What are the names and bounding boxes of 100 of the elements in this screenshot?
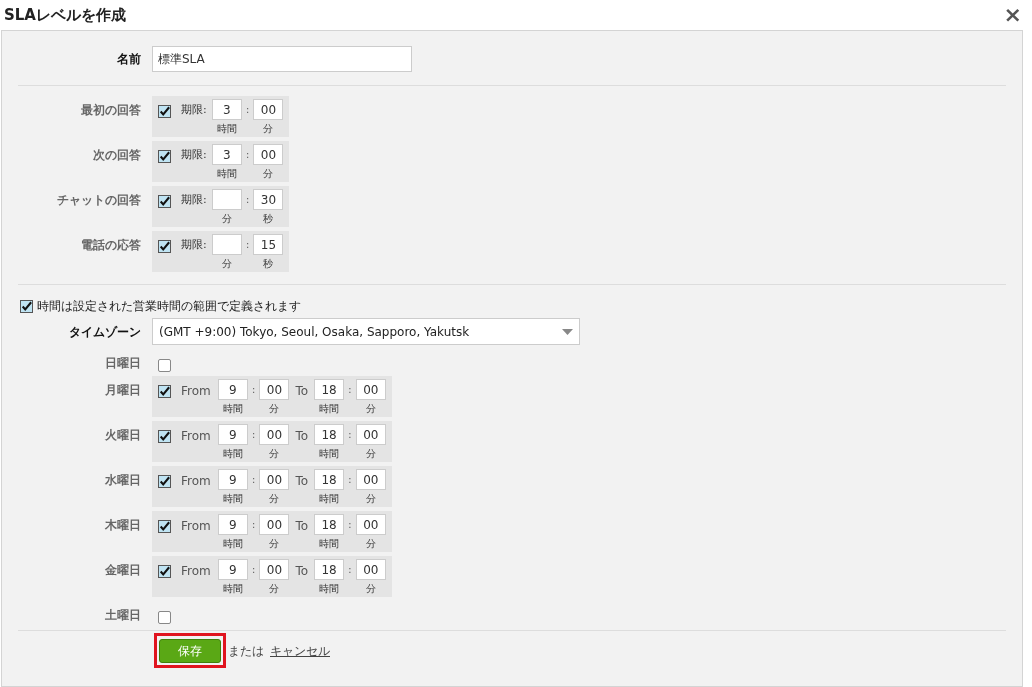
unit-label: 分 [269,493,280,505]
checkbox[interactable] [158,105,171,118]
unit-label: 分 [365,583,376,595]
deadline-label: 期限: [181,192,207,208]
name-input[interactable]: 標準SLA [152,46,412,72]
time-input[interactable]: 00 [355,379,386,400]
time-input[interactable]: 18 [314,469,345,490]
time-input[interactable]: 15 [253,234,284,255]
unit-label: 時間 [222,493,243,505]
to-label: To [295,428,309,445]
time-input[interactable]: 18 [314,559,345,580]
dropdown-caret-icon [562,328,573,335]
field-label: チャットの回答 [57,193,141,207]
time-input[interactable]: 3 [211,99,242,120]
from-label: From [181,428,211,445]
time-input[interactable]: 9 [217,559,248,580]
time-input[interactable]: 00 [259,514,290,535]
unit-label: 時間 [222,538,243,550]
unit-label: 時間 [222,403,243,415]
separator: : [251,472,256,488]
to-label: To [295,383,309,400]
checkbox[interactable] [158,475,171,488]
time-input[interactable]: 00 [253,144,284,165]
unit-label: 時間 [319,538,340,550]
from-label: From [181,473,211,490]
time-input[interactable]: 9 [217,469,248,490]
checkbox[interactable] [20,299,33,313]
checkbox[interactable] [158,240,171,253]
separator: : [245,192,250,208]
time-input[interactable]: 3 [211,144,242,165]
checkbox-label: 時間は設定された営業時間の範囲で定義されます [37,298,301,315]
checkbox[interactable] [158,385,171,398]
window-title: SLAレベルを作成 [4,4,126,26]
unit-label: 分 [269,403,280,415]
time-input[interactable]: 00 [355,469,386,490]
separator: : [245,147,250,163]
unit-label: 時間 [319,583,340,595]
unit-label: 時間 [319,448,340,460]
time-input[interactable]: 9 [217,379,248,400]
unit-label: 分 [365,493,376,505]
unit-label: 分 [269,583,280,595]
from-label: From [181,518,211,535]
separator: : [245,102,250,118]
separator: : [348,562,352,578]
checkbox[interactable] [158,520,171,533]
unit-label: 時間 [222,448,243,460]
from-label: From [181,563,211,580]
checkbox[interactable] [158,150,171,163]
checkbox[interactable] [158,359,171,372]
checkbox[interactable] [158,430,171,443]
separator: : [251,382,256,398]
unit-label: 秒 [263,258,274,270]
time-input[interactable]: 9 [217,514,248,535]
deadline-label: 期限: [181,237,207,253]
close-button[interactable]: × [1003,4,1022,26]
field-label: 金曜日 [105,563,141,577]
time-input[interactable]: 00 [355,514,386,535]
timezone-dropdown[interactable]: (GMT +9:00) Tokyo, Seoul, Osaka, Sapporo, Yakutsk [152,318,580,345]
deadline-label: 期限: [181,102,207,118]
unit-label: 分 [269,448,280,460]
unit-label: 分 [269,538,280,550]
separator: : [251,562,256,578]
time-input[interactable]: 00 [259,424,290,445]
time-input[interactable]: 00 [259,379,290,400]
separator: : [251,427,256,443]
unit-label: 分 [365,403,376,415]
field-label: 土曜日 [105,608,141,622]
time-input[interactable]: 18 [314,514,345,535]
separator: : [348,427,352,443]
unit-label: 分 [263,123,274,135]
time-input[interactable]: 00 [355,424,386,445]
separator: : [245,237,250,253]
to-label: To [295,473,309,490]
time-input[interactable]: 9 [217,424,248,445]
time-input[interactable]: 00 [253,99,284,120]
checkbox[interactable] [158,195,171,208]
field-label: 水曜日 [105,473,141,487]
unit-label: 時間 [222,583,243,595]
field-label: 木曜日 [105,518,141,532]
separator: : [348,517,352,533]
time-input[interactable]: 18 [314,379,345,400]
field-label: 日曜日 [105,356,141,370]
time-input[interactable]: 00 [259,469,290,490]
field-label: 最初の回答 [81,103,141,117]
unit-label: 時間 [319,493,340,505]
unit-label: 秒 [263,213,274,225]
time-input[interactable]: 30 [253,189,284,210]
checkbox[interactable] [158,611,171,624]
cancel-link[interactable]: キャンセル [270,641,330,660]
time-input[interactable] [211,234,242,255]
time-input[interactable] [211,189,242,210]
checkbox[interactable] [158,565,171,578]
field-label: 火曜日 [105,428,141,442]
time-input[interactable]: 00 [355,559,386,580]
field-label: 次の回答 [93,148,141,162]
time-input[interactable]: 00 [259,559,290,580]
or-text: または [228,642,264,660]
time-input[interactable]: 18 [314,424,345,445]
separator: : [348,382,352,398]
to-label: To [295,563,309,580]
